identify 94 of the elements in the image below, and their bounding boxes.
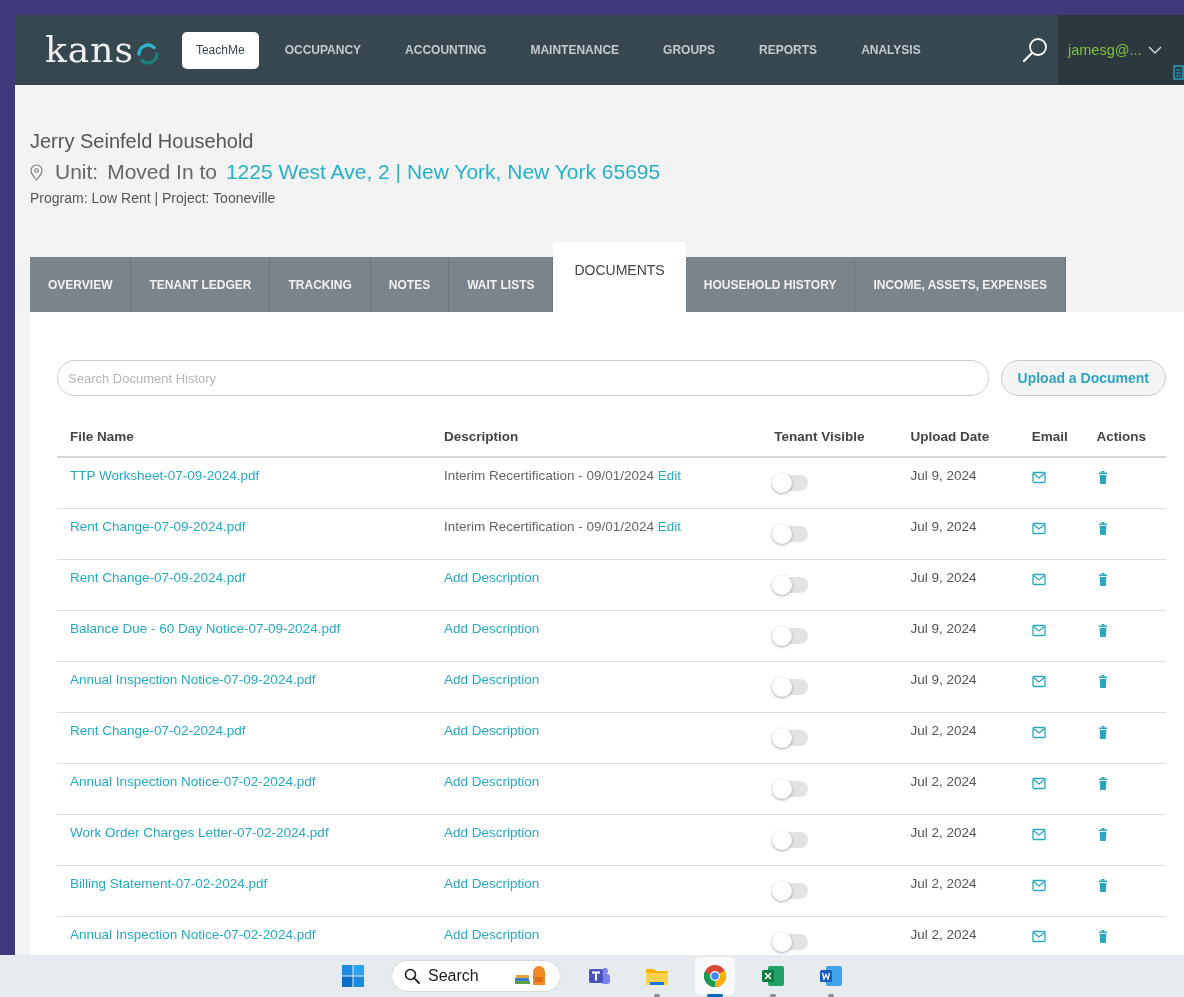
- tenant-visible-toggle[interactable]: [774, 525, 809, 542]
- file-name-link[interactable]: TTP Worksheet-07-09-2024.pdf: [70, 468, 260, 483]
- upload-date: Jul 2, 2024: [910, 722, 977, 738]
- tenant-visible-toggle[interactable]: [774, 576, 809, 593]
- tenant-visible-toggle[interactable]: [774, 831, 809, 848]
- add-description-link[interactable]: Add Description: [443, 926, 540, 942]
- envelope-icon[interactable]: [1031, 929, 1046, 943]
- logo-text: kans: [45, 30, 134, 70]
- upload-date: Jul 9, 2024: [910, 620, 977, 636]
- add-description-link[interactable]: Add Description: [443, 620, 540, 636]
- add-description-link[interactable]: Add Description: [443, 773, 540, 789]
- search-icon: [404, 968, 420, 984]
- upload-date: Jul 9, 2024: [910, 468, 977, 483]
- chevron-down-icon: [1147, 45, 1162, 55]
- teachme-button[interactable]: TeachMe: [181, 31, 259, 69]
- add-description-link[interactable]: Add Description: [443, 824, 540, 840]
- file-name-link[interactable]: Rent Change-07-09-2024.pdf: [70, 569, 246, 585]
- user-menu[interactable]: jamesg@...: [1058, 15, 1184, 85]
- unit-status: Moved In to: [107, 160, 217, 184]
- upload-date: Jul 9, 2024: [910, 671, 977, 687]
- envelope-icon[interactable]: [1031, 878, 1046, 892]
- file-name-link[interactable]: Billing Statement-07-02-2024.pdf: [70, 875, 268, 891]
- tab[interactable]: TRACKING: [270, 257, 371, 312]
- tab[interactable]: TENANT LEDGER: [131, 257, 271, 312]
- description-text: Interim Recertification - 09/01/2024: [443, 468, 654, 483]
- upload-button[interactable]: Upload a Document: [1000, 360, 1166, 396]
- household-title: Jerry Seinfeld Household: [30, 129, 255, 153]
- tab[interactable]: WAIT LISTS: [449, 257, 554, 312]
- swirl-logo-icon: [135, 42, 160, 66]
- file-name-link[interactable]: Annual Inspection Notice-07-02-2024.pdf: [70, 773, 316, 789]
- taskbar-app-button[interactable]: [695, 957, 735, 995]
- tenant-visible-toggle[interactable]: [774, 882, 809, 899]
- search-icon[interactable]: [1022, 37, 1048, 63]
- tab[interactable]: HOUSEHOLD HISTORY: [685, 257, 856, 312]
- tenant-visible-toggle[interactable]: [774, 933, 809, 950]
- upload-date: Jul 2, 2024: [910, 926, 977, 942]
- column-header: File Name: [57, 416, 431, 457]
- file-name-link[interactable]: Balance Due - 60 Day Notice-07-09-2024.pdf: [70, 620, 341, 636]
- edit-link[interactable]: Edit: [657, 468, 682, 483]
- envelope-icon[interactable]: [1031, 674, 1046, 688]
- nav-link[interactable]: MAINTENANCE: [530, 43, 620, 57]
- add-description-link[interactable]: Add Description: [443, 569, 540, 585]
- file-name-link[interactable]: Rent Change-07-02-2024.pdf: [70, 722, 246, 738]
- add-description-link[interactable]: Add Description: [443, 722, 540, 738]
- column-header: Actions: [1083, 416, 1166, 457]
- tenant-visible-toggle[interactable]: [774, 678, 809, 695]
- word-icon: [818, 963, 844, 989]
- file-name-link[interactable]: Annual Inspection Notice-07-02-2024.pdf: [70, 926, 316, 942]
- address-link[interactable]: 1225 West Ave, 2 | New York, New York 65695: [225, 160, 661, 184]
- description-text: Interim Recertification - 09/01/2024: [443, 518, 654, 534]
- envelope-icon[interactable]: [1031, 827, 1046, 841]
- tenant-visible-toggle[interactable]: [774, 627, 809, 644]
- nav-link[interactable]: ANALYSIS: [861, 43, 921, 57]
- envelope-icon[interactable]: [1031, 471, 1046, 484]
- tab[interactable]: NOTES: [370, 257, 450, 312]
- program-project-text: Program: Low Rent | Project: Tooneville: [30, 190, 277, 206]
- file-name-link[interactable]: Work Order Charges Letter-07-02-2024.pdf: [70, 824, 329, 840]
- column-header: Tenant Visible: [761, 416, 898, 457]
- tab[interactable]: INCOME, ASSETS, EXPENSES: [855, 257, 1066, 312]
- envelope-icon[interactable]: [1031, 572, 1046, 586]
- tenant-visible-toggle[interactable]: [774, 780, 809, 797]
- file-name-link[interactable]: Annual Inspection Notice-07-09-2024.pdf: [70, 671, 316, 687]
- upload-date: Jul 2, 2024: [910, 773, 977, 789]
- envelope-icon[interactable]: [1031, 776, 1046, 790]
- chrome-icon: [702, 963, 728, 989]
- document-icon[interactable]: [1173, 65, 1184, 80]
- upload-date: Jul 9, 2024: [910, 518, 977, 534]
- upload-date: Jul 9, 2024: [910, 569, 977, 585]
- nav-link[interactable]: ACCOUNTING: [405, 43, 487, 57]
- add-description-link[interactable]: Add Description: [443, 671, 540, 687]
- location-pin-icon: [30, 163, 43, 181]
- unit-label: Unit:: [55, 160, 99, 184]
- add-description-link[interactable]: Add Description: [443, 875, 540, 891]
- nav-link[interactable]: OCCUPANCY: [284, 43, 362, 57]
- column-header: Description: [430, 416, 762, 457]
- windows-start-icon: [340, 963, 366, 989]
- file-name-link[interactable]: Rent Change-07-09-2024.pdf: [70, 518, 246, 534]
- envelope-icon[interactable]: [1031, 623, 1046, 637]
- envelope-icon[interactable]: [1031, 521, 1046, 535]
- taskbar-search-field[interactable]: Search: [391, 960, 561, 992]
- nav-link[interactable]: GROUPS: [663, 43, 716, 57]
- tenant-visible-toggle[interactable]: [774, 729, 809, 746]
- tenant-visible-toggle[interactable]: [774, 475, 809, 491]
- envelope-icon[interactable]: [1031, 725, 1046, 739]
- column-header: Email: [1018, 416, 1084, 457]
- nav-link[interactable]: REPORTS: [759, 43, 818, 57]
- edit-link[interactable]: Edit: [657, 518, 682, 534]
- excel-icon: [760, 963, 786, 989]
- upload-date: Jul 2, 2024: [910, 824, 977, 840]
- column-header: Upload Date: [897, 416, 1019, 457]
- tab[interactable]: DOCUMENTS: [553, 242, 686, 312]
- search-field[interactable]: Search Document History: [57, 360, 989, 396]
- upload-date: Jul 2, 2024: [910, 875, 977, 891]
- tab[interactable]: OVERVIEW: [30, 257, 132, 312]
